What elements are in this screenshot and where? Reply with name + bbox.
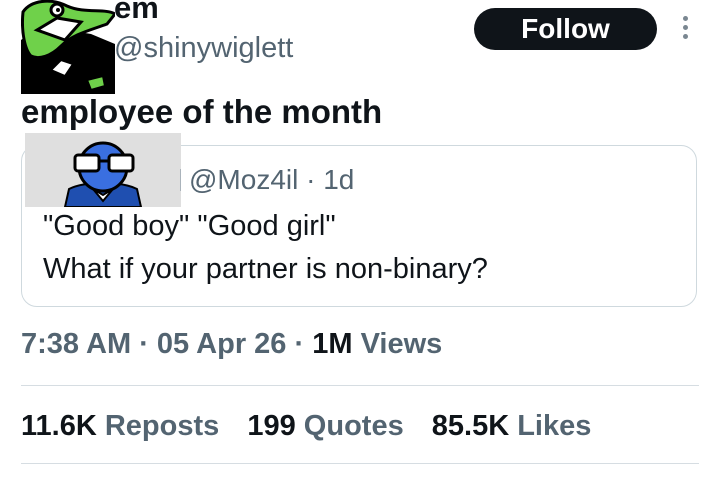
divider-top [21, 385, 699, 386]
avatar-image [21, 0, 115, 94]
quotes-label: Quotes [303, 410, 404, 442]
quoted-text-line-1: "Good boy" "Good girl" [43, 210, 336, 242]
reposts-label: Reposts [104, 410, 220, 442]
author-display-name[interactable]: em [114, 0, 159, 28]
quotes-stat[interactable]: 199 Quotes [247, 410, 411, 442]
divider-bottom [21, 463, 699, 464]
follow-button[interactable]: Follow [474, 8, 657, 50]
author-handle[interactable]: @shinywiglett [114, 30, 293, 66]
views-label: Views [360, 328, 443, 360]
quoted-text-line-2: What if your partner is non-binary? [43, 253, 488, 285]
tweet-time[interactable]: 7:38 AM [21, 328, 131, 360]
quoted-handle[interactable]: @Moz4il [189, 164, 298, 195]
quotes-count: 199 [247, 410, 296, 442]
likes-label: Likes [517, 410, 592, 442]
more-vertical-icon[interactable] [677, 16, 693, 42]
quoted-avatar-image [25, 133, 181, 207]
views-count: 1M [312, 328, 353, 360]
tweet-date[interactable]: 05 Apr 26 [157, 328, 287, 360]
quoted-tweet-meta: @Moz4il · 1d [180, 162, 354, 198]
likes-count: 85.5K [431, 410, 510, 442]
quoted-age: 1d [323, 164, 355, 195]
tweet-text: employee of the month [21, 93, 383, 130]
meta-separator-2: · [294, 328, 305, 360]
engagement-stats: 11.6K Reposts 199 Quotes 85.5K Likes [21, 408, 611, 444]
meta-separator-1: · [139, 328, 149, 360]
quoted-separator: · [306, 164, 316, 195]
author-avatar[interactable] [21, 0, 115, 94]
reposts-count: 11.6K [21, 410, 97, 442]
quoted-author-avatar[interactable] [25, 133, 181, 207]
tweet-meta: 7:38 AM · 05 Apr 26 · 1M Views [21, 326, 442, 362]
likes-stat[interactable]: 85.5K Likes [432, 410, 592, 442]
reposts-stat[interactable]: 11.6K Reposts [21, 410, 227, 442]
avatar-edge-divider [180, 169, 181, 191]
